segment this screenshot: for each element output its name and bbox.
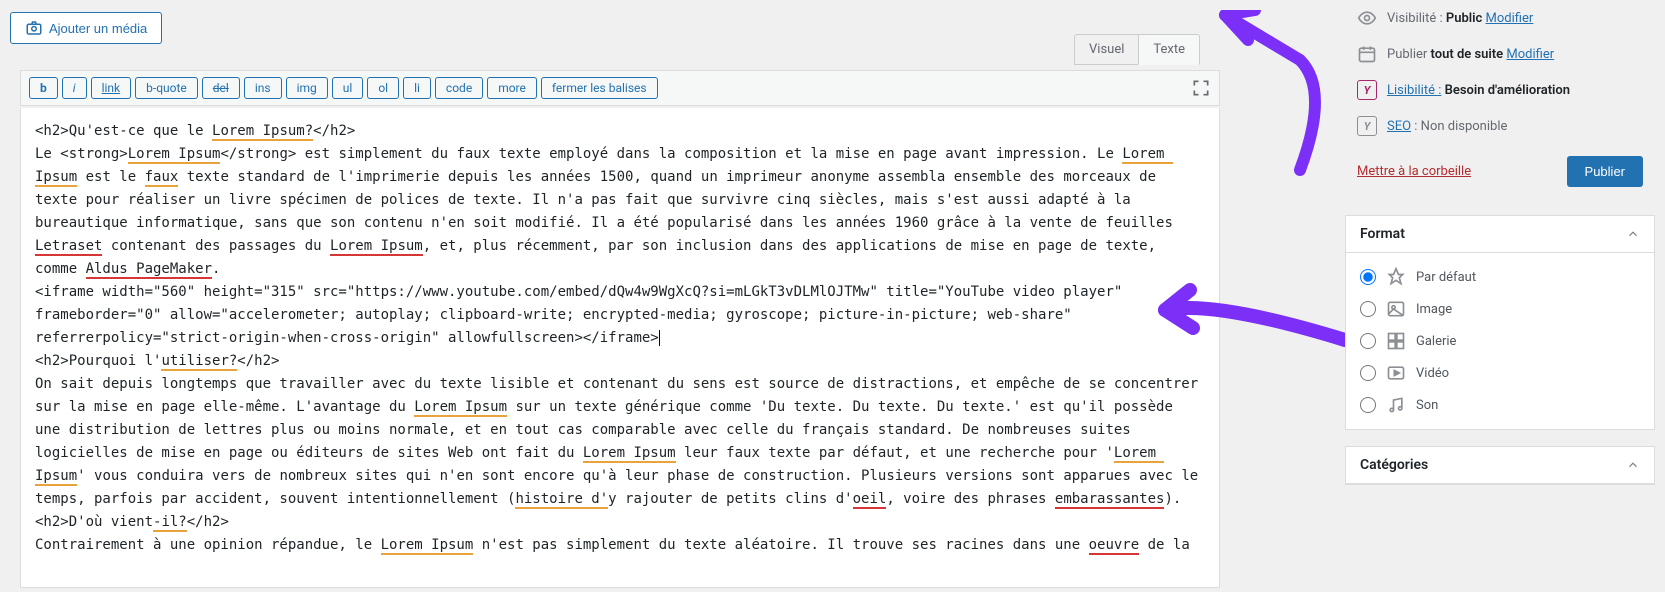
qt-italic[interactable]: i [62, 77, 87, 99]
qt-img[interactable]: img [286, 77, 328, 99]
edit-visibility-link[interactable]: Modifier [1486, 11, 1534, 26]
edit-publish-link[interactable]: Modifier [1506, 47, 1554, 62]
qt-ol[interactable]: ol [367, 77, 399, 99]
calendar-icon [1357, 44, 1377, 64]
qt-ul[interactable]: ul [332, 77, 364, 99]
content-textarea[interactable]: <h2>Qu'est-ce que le Lorem Ipsum?</h2> L… [20, 108, 1220, 588]
format-audio-radio[interactable] [1360, 397, 1376, 413]
camera-icon [25, 19, 43, 37]
visibility-row: Visibilité : Public Modifier [1345, 0, 1655, 36]
yoast-icon: Y [1357, 80, 1377, 100]
categories-panel-toggle[interactable]: Catégories [1346, 447, 1654, 484]
categories-panel: Catégories [1345, 446, 1655, 485]
tab-visual[interactable]: Visuel [1074, 34, 1138, 65]
publish-button[interactable]: Publier [1567, 156, 1643, 187]
yoast-icon: Y [1357, 116, 1377, 136]
qt-close-tags[interactable]: fermer les balises [541, 77, 658, 99]
format-image-radio[interactable] [1360, 301, 1376, 317]
format-panel-toggle[interactable]: Format [1346, 216, 1654, 253]
add-media-label: Ajouter un média [49, 21, 147, 36]
publish-date-row: Publier tout de suite Modifier [1345, 36, 1655, 72]
format-gallery-radio[interactable] [1360, 333, 1376, 349]
audio-icon [1386, 395, 1406, 415]
video-icon [1386, 363, 1406, 383]
qt-link[interactable]: link [91, 77, 132, 99]
qt-bquote[interactable]: b-quote [135, 77, 198, 99]
eye-icon [1357, 8, 1377, 28]
qt-bold[interactable]: b [29, 77, 58, 99]
format-panel: Format Par défaut Image Galerie Vidéo So… [1345, 215, 1655, 430]
tab-text[interactable]: Texte [1138, 34, 1200, 65]
pin-icon [1386, 267, 1406, 287]
quicktags-toolbar: b i link b-quote del ins img ul ol li co… [20, 70, 1220, 106]
qt-code[interactable]: code [435, 77, 483, 99]
readability-row: Y Lisibilité : Besoin d'amélioration [1345, 72, 1655, 108]
chevron-up-icon [1626, 458, 1640, 472]
seo-row: Y SEO : Non disponible [1345, 108, 1655, 144]
qt-li[interactable]: li [403, 77, 431, 99]
format-default-radio[interactable] [1360, 269, 1376, 285]
trash-link[interactable]: Mettre à la corbeille [1357, 164, 1471, 179]
qt-more[interactable]: more [487, 77, 537, 99]
qt-ins[interactable]: ins [244, 77, 282, 99]
image-icon [1386, 299, 1406, 319]
gallery-icon [1386, 331, 1406, 351]
fullscreen-icon[interactable] [1191, 78, 1211, 98]
add-media-button[interactable]: Ajouter un média [10, 12, 162, 44]
qt-del[interactable]: del [202, 77, 240, 99]
format-video-radio[interactable] [1360, 365, 1376, 381]
chevron-up-icon [1626, 227, 1640, 241]
